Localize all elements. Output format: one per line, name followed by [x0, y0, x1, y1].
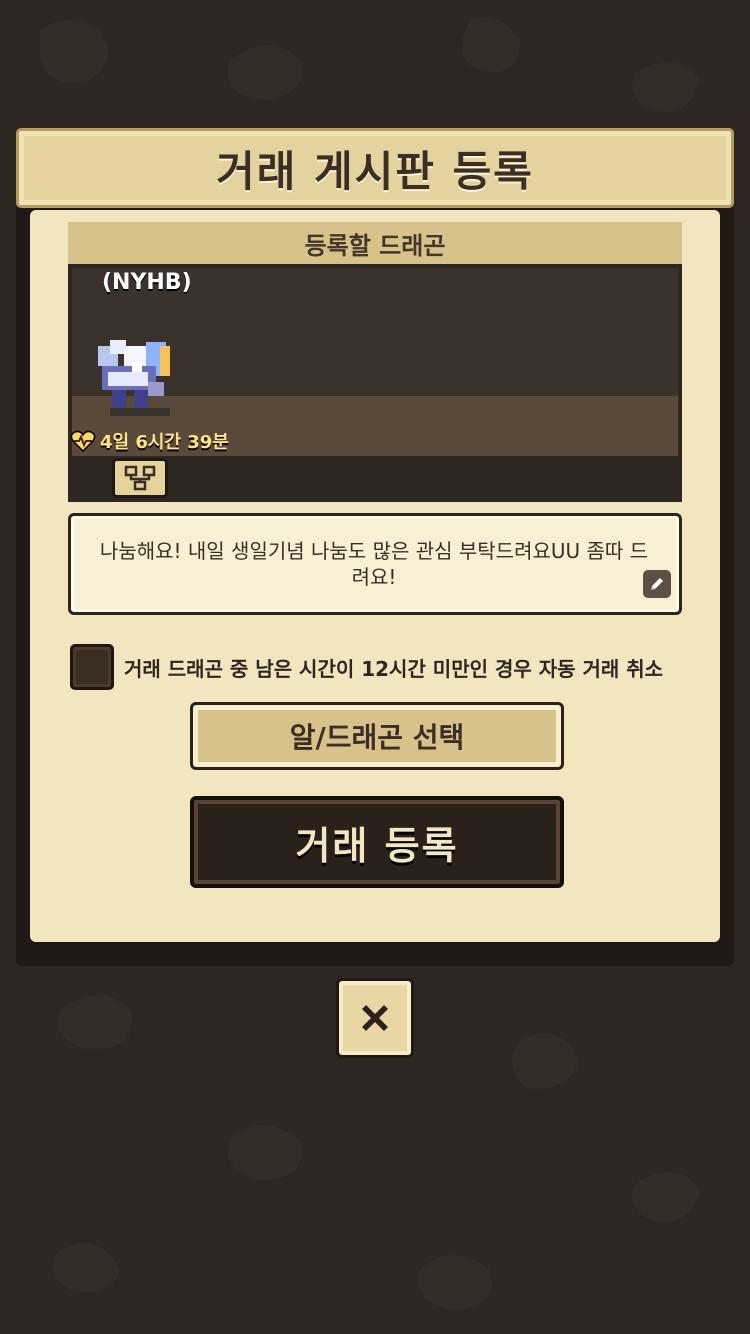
timer-row: 4일 6시간 39분: [70, 428, 229, 454]
dragon-sprite-icon: [98, 340, 170, 416]
select-dragon-button[interactable]: 알/드래곤 선택: [190, 702, 564, 770]
close-icon: [362, 1005, 388, 1031]
dialog-header: 거래 게시판 등록: [16, 128, 734, 208]
family-tree-icon: [124, 465, 156, 491]
family-tree-button[interactable]: [112, 458, 168, 498]
register-trade-label: 거래 등록: [295, 823, 459, 868]
register-trade-button[interactable]: 거래 등록: [190, 796, 564, 888]
auto-cancel-label: 거래 드래곤 중 남은 시간이 12시간 미만인 경우 자동 거래 취소: [124, 656, 664, 681]
remaining-time: 4일 6시간 39분: [100, 432, 229, 453]
dialog-title: 거래 게시판 등록: [216, 146, 534, 196]
dragon-slot[interactable]: (NYHB) 4일 6시간 39분: [68, 264, 682, 502]
auto-cancel-option: 거래 드래곤 중 남은 시간이 12시간 미만인 경우 자동 거래 취소: [70, 644, 663, 690]
pencil-icon: [651, 578, 663, 590]
section-label: 등록할 드래곤: [304, 231, 446, 260]
trade-message: 나눔해요! 내일 생일기념 나눔도 많은 관심 부탁드려요UU 좀따 드려요!: [99, 539, 649, 589]
heart-pulse-icon: [70, 430, 96, 452]
section-header: 등록할 드래곤: [68, 222, 682, 264]
close-button[interactable]: [336, 978, 414, 1058]
auto-cancel-checkbox[interactable]: [70, 644, 114, 690]
trade-message-box[interactable]: 나눔해요! 내일 생일기념 나눔도 많은 관심 부탁드려요UU 좀따 드려요!: [68, 513, 682, 615]
select-dragon-label: 알/드래곤 선택: [289, 721, 465, 754]
edit-message-button[interactable]: [643, 570, 671, 598]
dragon-name: (NYHB): [102, 270, 192, 295]
